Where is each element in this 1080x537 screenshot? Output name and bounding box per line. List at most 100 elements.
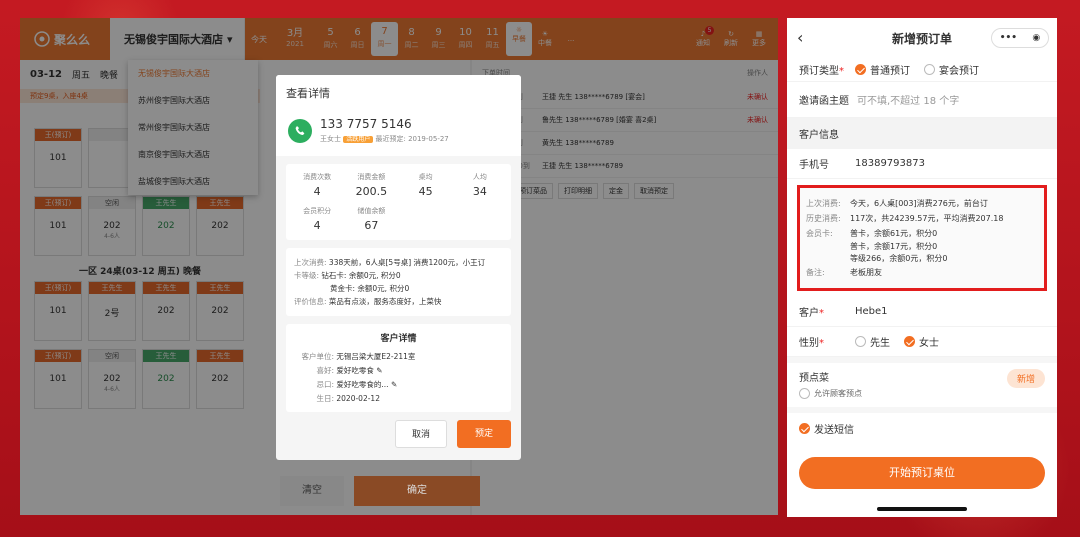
home-indicator [877,507,967,511]
type-normal-radio[interactable]: 普通预订 [855,62,910,77]
stat-label: 消费金额 [357,173,386,181]
info-row: 卡等级: 钻石卡: 余额0元, 积分0 [294,269,503,282]
history-row: 等级266，余额0元，积分0 [806,253,1038,265]
history-value: 普卡，余额17元，积分0 [850,242,938,251]
stat-value: 34 [472,185,487,198]
send-sms-checkbox[interactable]: 发送短信 [799,421,854,436]
edit-icon[interactable]: ✎ [391,380,397,389]
history-row: 普卡，余额17元，积分0 [806,241,1038,253]
info-label: 评价信息: [294,297,327,306]
gender-female-radio[interactable]: 女士 [904,334,939,349]
detail-value: 2020-02-12 [336,394,380,403]
stat-value: 4 [313,185,321,198]
mobile-row: 手机号 18389793873 [787,149,1057,179]
detail-modal: 查看详情 133 7757 5146 王女士 活跃用户 最近预定: 2019-0… [276,75,521,460]
detail-row: 生日: 2020-02-12 [294,392,503,406]
info-value: 菜品有点淡，服务态度好，上菜快 [328,297,442,306]
history-row: 备注: 老板朋友 [806,265,1038,280]
history-label: 历史消费: [806,214,841,223]
label-text: 预订类型 [799,66,839,77]
customer-details: 客户详情 客户单位: 无锡吕梁大厦E2-211室 喜好: 爱好吃零食 ✎ 忌口:… [286,324,511,412]
pre-order-block: 预点菜 允许顾客预点 [799,369,862,399]
close-circle-icon[interactable]: ◉ [1032,33,1040,43]
required-mark: * [819,308,824,319]
field-label: 客户* [799,304,855,319]
reservation-type-row: 预订类型* 普通预订 宴会预订 [787,58,1057,82]
radio-label: 女士 [919,338,939,349]
phone-icon[interactable] [288,118,312,143]
info-label: 上次消费: [294,258,327,267]
start-reservation-button[interactable]: 开始预订桌位 [799,457,1045,489]
stat-item: 储值余额 67 [344,206,398,232]
detail-value: 爱好吃零食 [336,366,374,375]
modal-buttons: 取消 预定 [395,420,511,448]
detail-row: 忌口: 爱好吃零食的... ✎ [294,378,503,392]
stat-value: 67 [364,219,379,232]
info-row: 评价信息: 菜品有点淡，服务态度好，上菜快 [294,295,503,308]
clear-button[interactable]: 清空 [280,476,344,506]
info-label: 卡等级: [294,271,320,280]
history-row: 历史消费: 117次，共24239.57元，平均消费207.18 [806,211,1038,226]
detail-row: 客户单位: 无锡吕梁大厦E2-211室 [294,350,503,364]
label-text: 性别 [799,338,819,349]
info-value: 338天前，6人桌[5号桌] 消费1200元，小王订 [328,258,486,267]
detail-label: 客户单位: [301,352,334,361]
detail-value: 爱好吃零食的... [336,380,389,389]
contact-card: 133 7757 5146 王女士 活跃用户 最近预定: 2019-05-27 [276,111,521,156]
edit-icon[interactable]: ✎ [376,366,382,375]
detail-label: 生日: [316,394,334,403]
cancel-button[interactable]: 取消 [395,420,447,448]
history-value: 117次，共24239.57元，平均消费207.18 [850,214,1004,223]
gender-row: 性别* 先生 女士 [787,327,1057,357]
radio-label: 普通预订 [870,66,910,77]
checkbox-checked-icon [799,422,810,434]
history-label: 上次消费: [806,199,841,208]
detail-label: 喜好: [316,366,334,375]
option-label: 允许顾客预点 [814,389,862,398]
detail-label: 忌口: [316,380,334,389]
consumption-info: 上次消费: 338天前，6人桌[5号桌] 消费1200元，小王订 卡等级: 钻石… [286,248,511,316]
type-banquet-radio[interactable]: 宴会预订 [924,62,979,77]
field-label: 邀请函主题 [799,96,849,107]
customer-name-row: 客户* Hebe1 [787,297,1057,327]
stat-label: 储值余额 [357,207,386,215]
back-icon[interactable]: ‹ [797,28,803,47]
field-label: 手机号 [799,160,829,171]
mobile-input[interactable]: 18389793873 [855,158,925,169]
reserve-button[interactable]: 预定 [457,420,511,448]
gender-male-radio[interactable]: 先生 [855,334,890,349]
allow-preorder-option[interactable]: 允许顾客预点 [799,388,862,399]
history-value: 老板朋友 [850,268,882,277]
modal-title: 查看详情 [276,75,521,111]
radio-label: 先生 [870,338,890,349]
radio-label: 宴会预订 [939,66,979,77]
history-row: 上次消费: 今天，6人桌[003]消费276元，前台订 [806,196,1038,211]
vip-badge: 活跃用户 [343,136,374,143]
customer-name-input[interactable]: Hebe1 [855,306,888,317]
phone-number: 133 7757 5146 [320,117,412,131]
radio-icon [855,336,866,347]
field-label: 性别* [799,334,855,349]
mobile-header: ‹ 新增预订单 ••• ◉ [787,18,1057,58]
radio-icon [799,388,810,399]
add-dish-button[interactable]: 新增 [1006,369,1045,388]
section-title: 客户信息 [787,118,1057,149]
stat-label: 会员积分 [303,207,332,215]
pre-order-row: 预点菜 允许顾客预点 新增 [787,363,1057,407]
customer-history-box: 上次消费: 今天，6人桌[003]消费276元，前台订 历史消费: 117次，共24… [797,185,1047,291]
required-mark: * [839,66,844,77]
info-row: 黄金卡: 余额0元, 积分0 [294,282,503,295]
stat-value: 4 [313,219,321,232]
confirm-button[interactable]: 确定 [354,476,480,506]
stat-item: 消费次数 4 [290,172,344,198]
invite-theme-input[interactable]: 可不填,不超过 18 个字 [857,92,959,107]
stat-value: 200.5 [355,185,388,198]
page-title: 新增预订单 [891,31,952,46]
more-dots-icon[interactable]: ••• [1000,33,1017,43]
radio-checked-icon [904,336,915,347]
stat-label: 桌均 [418,173,433,181]
history-label: 会员卡: [806,229,833,238]
detail-row: 喜好: 爱好吃零食 ✎ [294,364,503,378]
section-label: 预点菜 [799,373,829,384]
history-value: 等级266，余额0元，积分0 [850,254,948,263]
